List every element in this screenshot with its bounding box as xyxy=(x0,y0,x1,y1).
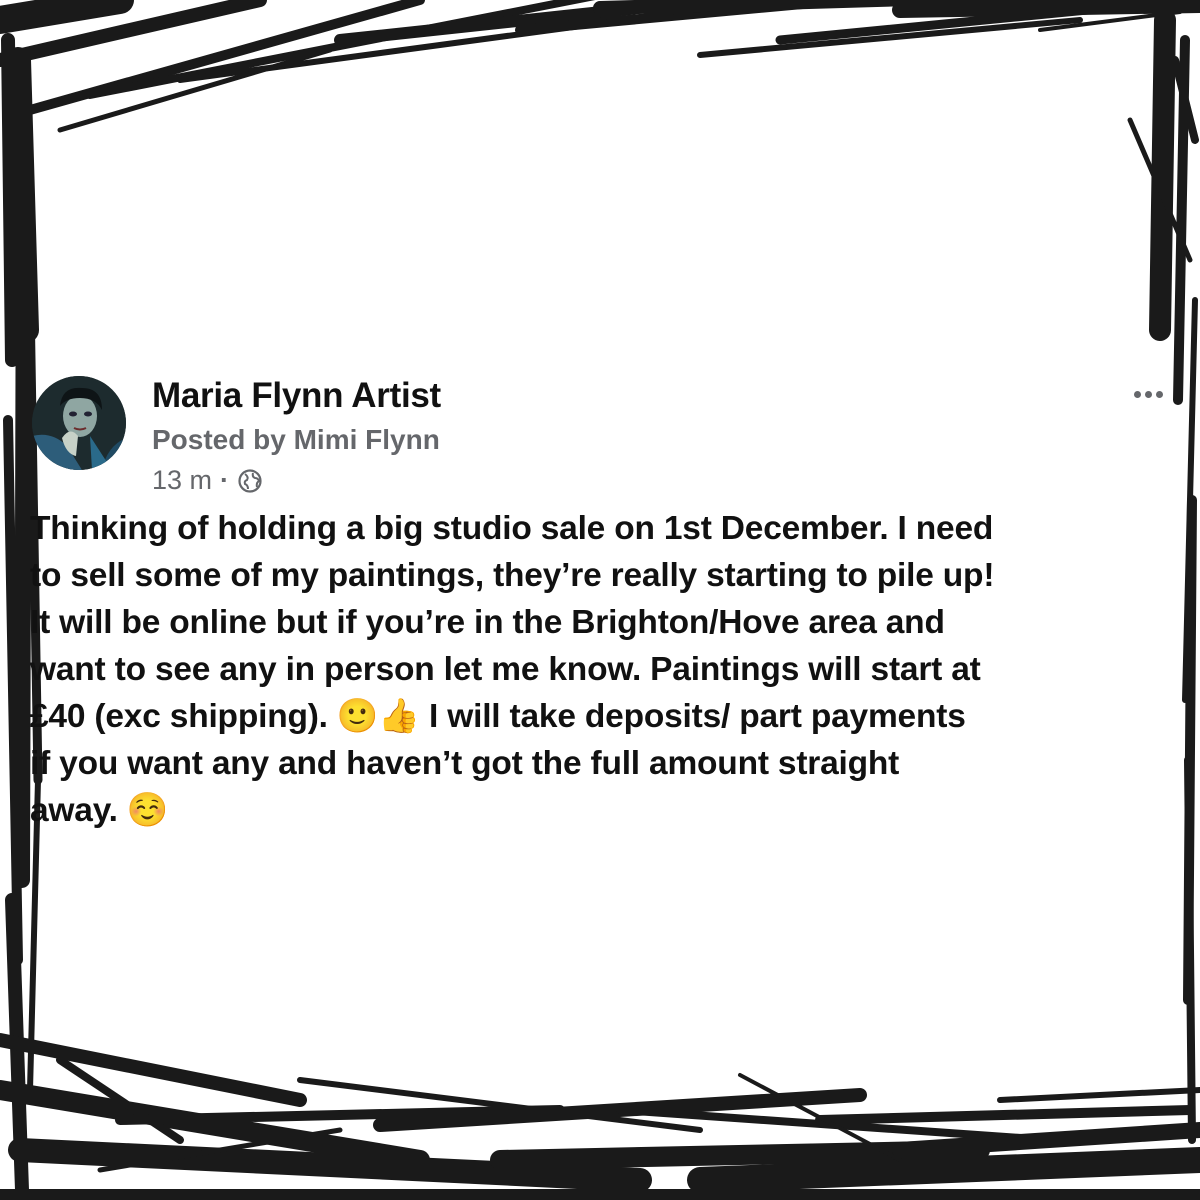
post-body-text: Thinking of holding a big studio sale on… xyxy=(30,510,995,829)
screenshot-canvas: Maria Flynn Artist Posted by Mimi Flynn … xyxy=(0,0,1200,1200)
avatar[interactable] xyxy=(32,376,126,470)
meta-separator: · xyxy=(220,465,230,495)
globe-icon[interactable] xyxy=(237,468,263,494)
more-dot xyxy=(1155,390,1163,398)
page-name[interactable]: Maria Flynn Artist xyxy=(152,376,441,416)
more-dot xyxy=(1133,390,1141,398)
posted-by-label[interactable]: Posted by Mimi Flynn xyxy=(152,424,440,456)
post-timestamp[interactable]: 13 m xyxy=(152,465,212,496)
more-options-icon[interactable] xyxy=(1128,380,1168,408)
post-meta: 13 m · xyxy=(152,465,263,496)
post-body: Thinking of holding a big studio sale on… xyxy=(30,505,1170,834)
avatar-portrait-image xyxy=(32,376,126,470)
more-dot xyxy=(1144,390,1152,398)
